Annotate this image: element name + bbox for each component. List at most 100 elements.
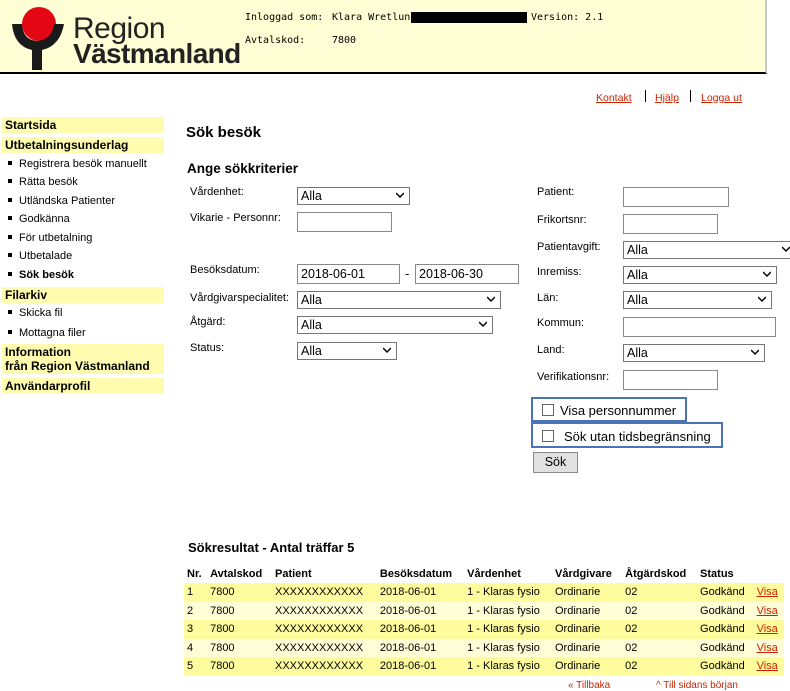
cell-patient: XXXXXXXXXXXX bbox=[271, 638, 377, 657]
cell-status: Godkänd bbox=[697, 583, 754, 602]
show-pnr-label: Visa personnummer bbox=[560, 403, 677, 418]
county-select[interactable]: Alla bbox=[623, 291, 772, 309]
cell-provider: Ordinarie bbox=[551, 657, 623, 676]
cell-patient: XXXXXXXXXXXX bbox=[271, 657, 377, 676]
cell-visit-date: 2018-06-01 bbox=[376, 601, 465, 620]
col-link bbox=[753, 565, 784, 583]
nav-payment-basis[interactable]: Utbetalningsunderlag bbox=[2, 137, 164, 153]
cell-agreement: 7800 bbox=[207, 583, 272, 602]
cell-unit: 1 - Klaras fysio bbox=[464, 657, 552, 676]
cell-action-code: 02 bbox=[622, 657, 698, 676]
chevron-down-icon bbox=[487, 296, 495, 303]
results-table: Nr. Avtalskod Patient Besöksdatum Vården… bbox=[184, 565, 784, 676]
patient-label: Patient: bbox=[537, 186, 575, 198]
patient-input[interactable] bbox=[623, 187, 729, 207]
cell-agreement: 7800 bbox=[207, 620, 272, 639]
table-row[interactable]: 2 7800 XXXXXXXXXXXX 2018-06-01 1 - Klara… bbox=[184, 601, 784, 620]
nav-item-correct-visit[interactable]: Rätta besök bbox=[8, 176, 78, 189]
chevron-down-icon bbox=[751, 349, 759, 356]
cell-provider: Ordinarie bbox=[551, 620, 623, 639]
contact-link[interactable]: Kontakt bbox=[596, 92, 632, 104]
date-to-input[interactable]: 2018-06-30 bbox=[415, 264, 519, 284]
results-header-row: Nr. Avtalskod Patient Besöksdatum Vården… bbox=[184, 565, 784, 583]
show-pnr-option[interactable]: Visa personnummer bbox=[531, 397, 687, 422]
table-row[interactable]: 3 7800 XXXXXXXXXXXX 2018-06-01 1 - Klara… bbox=[184, 620, 784, 639]
no-time-limit-checkbox[interactable] bbox=[542, 430, 554, 442]
table-row[interactable]: 1 7800 XXXXXXXXXXXX 2018-06-01 1 - Klara… bbox=[184, 583, 784, 602]
view-link[interactable]: Visa bbox=[753, 601, 784, 620]
help-link[interactable]: Hjälp bbox=[655, 92, 679, 104]
patient-fee-select[interactable]: Alla bbox=[623, 241, 790, 259]
cell-provider: Ordinarie bbox=[551, 638, 623, 657]
referral-label: Inremiss: bbox=[537, 266, 582, 278]
cell-patient: XXXXXXXXXXXX bbox=[271, 583, 377, 602]
cell-agreement: 7800 bbox=[207, 601, 272, 620]
nav-item-paid[interactable]: Utbetalade bbox=[8, 250, 72, 263]
cell-action-code: 02 bbox=[622, 601, 698, 620]
cell-action-code: 02 bbox=[622, 583, 698, 602]
cell-unit: 1 - Klaras fysio bbox=[464, 583, 552, 602]
cell-nr: 5 bbox=[184, 657, 208, 676]
date-separator: - bbox=[405, 266, 410, 281]
substitute-pnr-input[interactable] bbox=[297, 212, 392, 232]
nav-item-received-files[interactable]: Mottagna filer bbox=[8, 327, 86, 340]
action-label: Åtgärd: bbox=[190, 316, 226, 328]
view-link[interactable]: Visa bbox=[753, 583, 784, 602]
logout-link[interactable]: Logga ut bbox=[701, 92, 742, 104]
free-card-input[interactable] bbox=[623, 214, 718, 234]
municipality-input[interactable] bbox=[623, 317, 776, 337]
status-label: Status: bbox=[190, 342, 225, 354]
country-select[interactable]: Alla bbox=[623, 344, 765, 362]
logged-in-label: Inloggad som: bbox=[245, 12, 324, 23]
user-name: Klara Wretlund bbox=[332, 12, 417, 23]
col-provider: Vårdgivare bbox=[551, 565, 623, 583]
table-row[interactable]: 5 7800 XXXXXXXXXXXX 2018-06-01 1 - Klara… bbox=[184, 657, 784, 676]
agreement-label: Avtalskod: bbox=[245, 35, 306, 46]
nav-user-profile[interactable]: Användarprofil bbox=[2, 378, 164, 394]
specialty-select[interactable]: Alla bbox=[297, 291, 501, 309]
logo-text-vastmanland: Västmanland bbox=[73, 38, 241, 69]
view-link[interactable]: Visa bbox=[753, 657, 784, 676]
nav-item-approve[interactable]: Godkänna bbox=[8, 213, 70, 226]
chevron-down-icon bbox=[396, 192, 404, 199]
no-time-limit-label: Sök utan tidsbegränsning bbox=[564, 429, 711, 444]
search-button[interactable]: Sök bbox=[533, 452, 578, 473]
verification-label: Verifikationsnr: bbox=[537, 371, 610, 383]
status-select[interactable]: Alla bbox=[297, 342, 397, 360]
county-label: Län: bbox=[537, 292, 559, 304]
nav-item-search-visit[interactable]: Sök besök bbox=[8, 269, 74, 282]
nav-item-send-file[interactable]: Skicka fil bbox=[8, 307, 62, 320]
col-status: Status bbox=[697, 565, 754, 583]
municipality-label: Kommun: bbox=[537, 317, 585, 329]
cell-status: Godkänd bbox=[697, 601, 754, 620]
show-pnr-checkbox[interactable] bbox=[542, 404, 554, 416]
unit-label: Vårdenhet: bbox=[190, 186, 244, 198]
nav-file-archive[interactable]: Filarkiv bbox=[2, 287, 164, 303]
table-row[interactable]: 4 7800 XXXXXXXXXXXX 2018-06-01 1 - Klara… bbox=[184, 638, 784, 657]
cell-visit-date: 2018-06-01 bbox=[376, 620, 465, 639]
referral-select[interactable]: Alla bbox=[623, 266, 777, 284]
col-unit: Vårdenhet bbox=[464, 565, 552, 583]
action-select[interactable]: Alla bbox=[297, 316, 493, 334]
nav-item-for-payment[interactable]: För utbetalning bbox=[8, 232, 92, 245]
cell-visit-date: 2018-06-01 bbox=[376, 657, 465, 676]
chevron-down-icon bbox=[782, 246, 790, 253]
nav-information[interactable]: Information från Region Västmanland bbox=[2, 344, 164, 374]
date-from-input[interactable]: 2018-06-01 bbox=[297, 264, 400, 284]
view-link[interactable]: Visa bbox=[753, 638, 784, 657]
no-time-limit-option[interactable]: Sök utan tidsbegränsning bbox=[531, 422, 723, 448]
unit-select[interactable]: Alla bbox=[297, 187, 410, 205]
nav-item-register-visit[interactable]: Registrera besök manuellt bbox=[8, 158, 147, 171]
nav-start[interactable]: Startsida bbox=[2, 117, 164, 133]
cell-status: Godkänd bbox=[697, 638, 754, 657]
verification-input[interactable] bbox=[623, 370, 718, 390]
criteria-title: Ange sökkriterier bbox=[187, 161, 299, 176]
chevron-down-icon bbox=[763, 271, 771, 278]
cell-action-code: 02 bbox=[622, 620, 698, 639]
col-visit-date: Besöksdatum bbox=[376, 565, 465, 583]
col-patient: Patient bbox=[271, 565, 377, 583]
page-title: Sök besök bbox=[186, 124, 262, 141]
nav-item-foreign-patients[interactable]: Utländska Patienter bbox=[8, 195, 115, 208]
view-link[interactable]: Visa bbox=[753, 620, 784, 639]
redaction-bar bbox=[411, 12, 527, 23]
